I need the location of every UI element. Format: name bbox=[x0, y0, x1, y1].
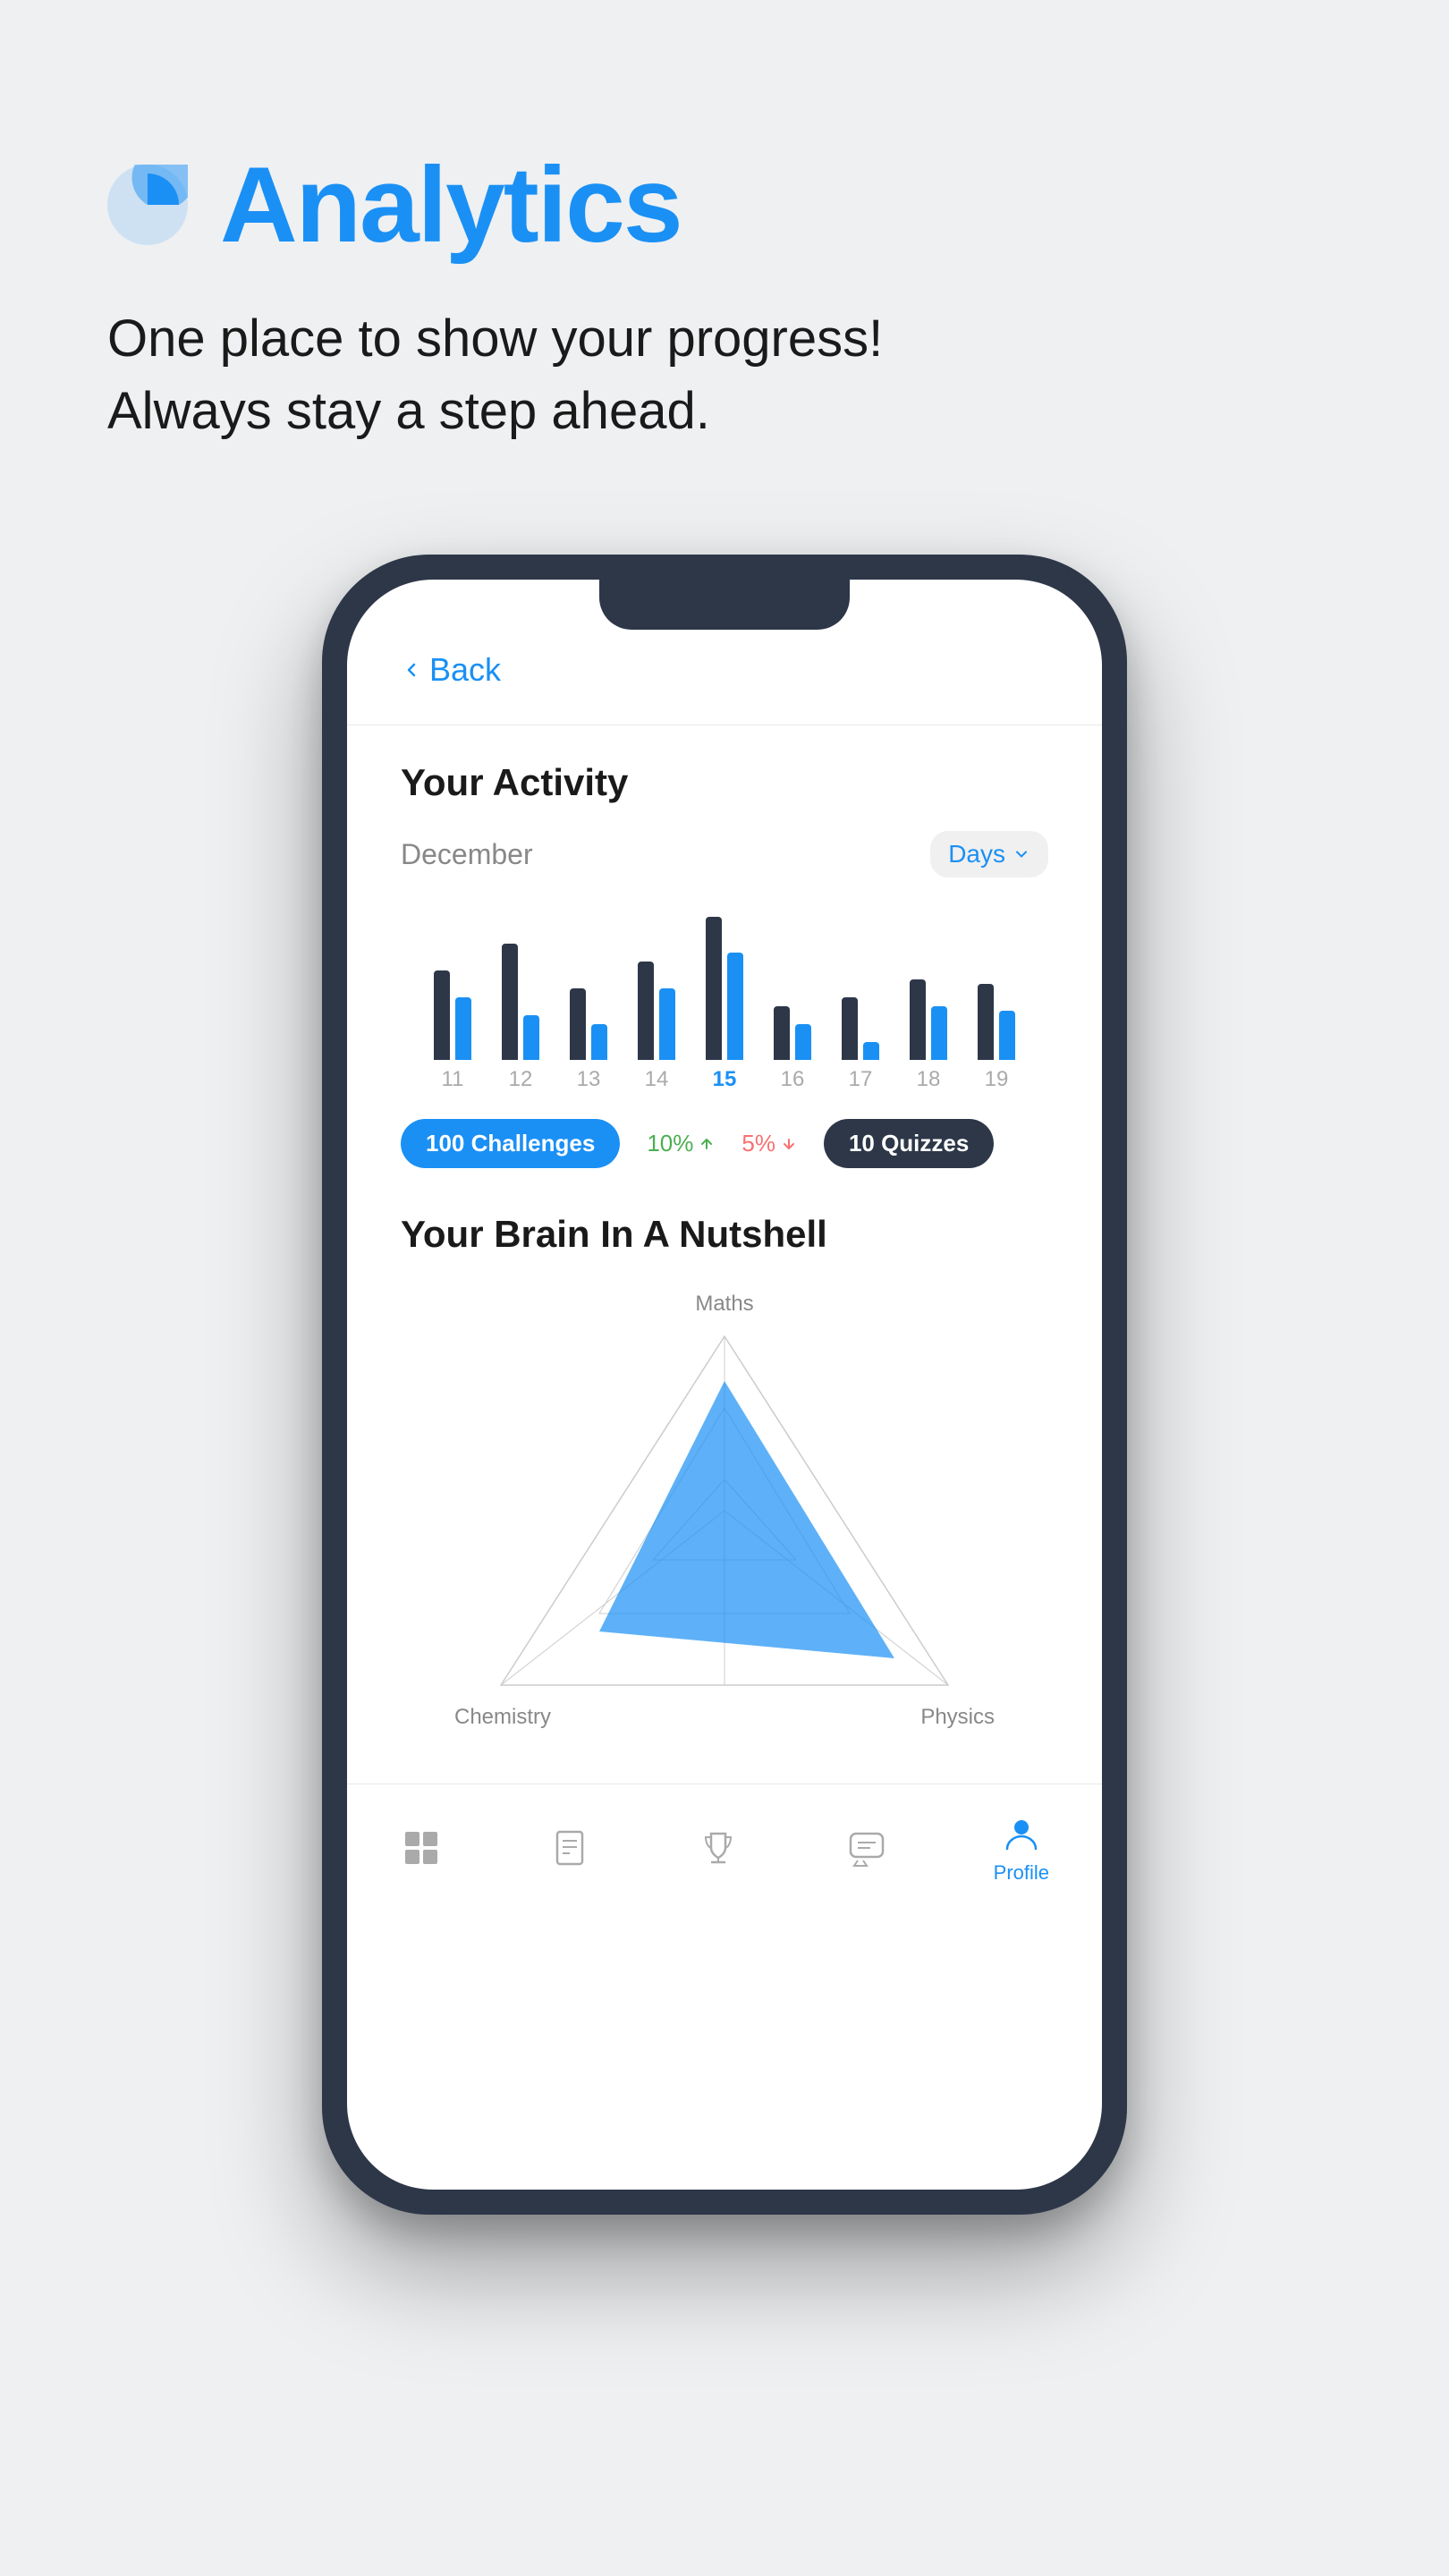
radar-chart: Maths Chemis bbox=[401, 1283, 1048, 1748]
arrow-up-icon bbox=[699, 1136, 715, 1152]
bar-group-19: 19 bbox=[978, 899, 1015, 1092]
bar-group-17: 17 bbox=[842, 899, 879, 1092]
activity-section-title: Your Activity bbox=[401, 761, 1048, 804]
bar-label-15: 15 bbox=[713, 1067, 737, 1092]
bar-dark-12 bbox=[502, 944, 518, 1060]
bar-label-17: 17 bbox=[849, 1067, 873, 1092]
bar-blue-13 bbox=[591, 1024, 607, 1060]
bar-dark-15 bbox=[706, 917, 722, 1060]
phone-screen: Back Your Activity December Days bbox=[347, 580, 1102, 2190]
phone-outer: Back Your Activity December Days bbox=[322, 555, 1127, 2215]
bar-group-14: 14 bbox=[638, 899, 675, 1092]
bar-blue-18 bbox=[931, 1006, 947, 1060]
bar-blue-19 bbox=[999, 1011, 1015, 1060]
bar-dark-14 bbox=[638, 962, 654, 1060]
chevron-down-icon bbox=[1013, 845, 1030, 863]
nav-item-home[interactable] bbox=[400, 1826, 443, 1869]
pct-up-stat: 10% bbox=[647, 1130, 715, 1157]
quizzes-badge: 10 Quizzes bbox=[824, 1119, 994, 1168]
bar-blue-17 bbox=[863, 1042, 879, 1060]
activity-header: December Days bbox=[401, 831, 1048, 877]
bar-dark-11 bbox=[434, 970, 450, 1060]
month-label: December bbox=[401, 838, 533, 871]
bar-blue-14 bbox=[659, 988, 675, 1060]
bar-dark-13 bbox=[570, 988, 586, 1060]
bar-chart: 11 12 bbox=[401, 913, 1048, 1092]
bar-group-16: 16 bbox=[774, 899, 811, 1092]
nav-item-trophy[interactable] bbox=[697, 1826, 740, 1869]
title-row: Analytics bbox=[107, 143, 1342, 267]
pct-down-stat: 5% bbox=[741, 1130, 797, 1157]
back-chevron-icon bbox=[401, 659, 422, 681]
header-subtitle: One place to show your progress! Always … bbox=[107, 302, 1342, 447]
bar-label-16: 16 bbox=[781, 1067, 805, 1092]
phone-notch bbox=[599, 580, 850, 630]
arrow-down-icon bbox=[781, 1136, 797, 1152]
bar-group-18: 18 bbox=[910, 899, 947, 1092]
bar-label-13: 13 bbox=[577, 1067, 601, 1092]
phone-mockup-container: Back Your Activity December Days bbox=[0, 501, 1449, 2286]
nav-item-book[interactable] bbox=[548, 1826, 591, 1869]
bar-label-19: 19 bbox=[985, 1067, 1009, 1092]
bar-label-14: 14 bbox=[645, 1067, 669, 1092]
bar-blue-11 bbox=[455, 997, 471, 1060]
radar-svg bbox=[465, 1309, 984, 1721]
nav-item-chat[interactable] bbox=[845, 1826, 888, 1869]
analytics-icon bbox=[107, 165, 188, 245]
book-icon bbox=[548, 1826, 591, 1869]
bottom-nav: Profile bbox=[347, 1784, 1102, 1911]
radar-label-physics: Physics bbox=[920, 1705, 995, 1730]
chat-icon bbox=[845, 1826, 888, 1869]
bar-dark-17 bbox=[842, 997, 858, 1060]
bar-blue-12 bbox=[523, 1015, 539, 1060]
trophy-icon bbox=[697, 1826, 740, 1869]
bar-blue-16 bbox=[795, 1024, 811, 1060]
bar-group-11: 11 bbox=[434, 899, 471, 1092]
profile-icon bbox=[1000, 1811, 1043, 1854]
section-divider bbox=[347, 724, 1102, 725]
bar-dark-18 bbox=[910, 979, 926, 1060]
bar-group-13: 13 bbox=[570, 899, 607, 1092]
bar-dark-16 bbox=[774, 1006, 790, 1060]
bar-blue-15 bbox=[727, 953, 743, 1060]
nav-item-profile[interactable]: Profile bbox=[994, 1811, 1049, 1885]
radar-label-chemistry: Chemistry bbox=[454, 1705, 551, 1730]
bar-dark-19 bbox=[978, 984, 994, 1060]
grid-icon bbox=[400, 1826, 443, 1869]
bar-label-11: 11 bbox=[442, 1067, 464, 1092]
header-section: Analytics One place to show your progres… bbox=[0, 0, 1449, 501]
radar-label-maths: Maths bbox=[695, 1292, 753, 1317]
bar-label-12: 12 bbox=[509, 1067, 533, 1092]
screen-inner: Back Your Activity December Days bbox=[347, 580, 1102, 1748]
back-button[interactable]: Back bbox=[401, 651, 1048, 689]
days-dropdown[interactable]: Days bbox=[930, 831, 1048, 877]
bar-label-18: 18 bbox=[917, 1067, 941, 1092]
page-title: Analytics bbox=[220, 143, 682, 267]
bar-group-12: 12 bbox=[502, 899, 539, 1092]
bar-group-15: 15 bbox=[706, 899, 743, 1092]
stats-row: 100 Challenges 10% 5% 10 Quizzes bbox=[401, 1119, 1048, 1168]
brain-section-title: Your Brain In A Nutshell bbox=[401, 1213, 1048, 1256]
challenges-badge: 100 Challenges bbox=[401, 1119, 620, 1168]
profile-nav-label: Profile bbox=[994, 1861, 1049, 1885]
